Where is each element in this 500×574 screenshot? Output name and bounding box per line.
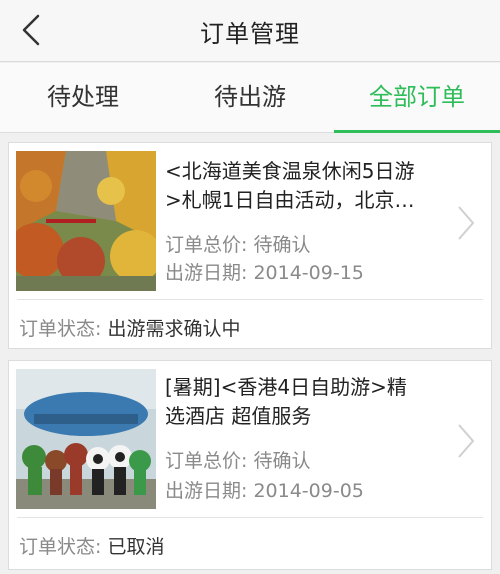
status-value: 已取消 — [107, 536, 165, 558]
tab-all-orders[interactable]: 全部订单 — [334, 63, 500, 133]
order-card[interactable]: <北海道美食温泉休闲5日游 >札幌1日自由活动，北京… 订单总价: 待确认 出游… — [8, 142, 492, 349]
status-label: 订单状态: — [19, 318, 108, 340]
page-title: 订单管理 — [200, 20, 300, 48]
date-label: 出游日期: — [165, 480, 254, 502]
status-label: 订单状态: — [19, 536, 108, 558]
order-price: 订单总价: 待确认 — [165, 230, 310, 257]
divider — [17, 517, 483, 518]
order-status: 订单状态: 已取消 — [19, 532, 164, 559]
order-title-line2: >札幌1日自由活动，北京… — [165, 188, 415, 212]
order-status: 订单状态: 出游需求确认中 — [19, 314, 240, 341]
order-title: [暑期]<香港4日自助游>精 选酒店 超值服务 — [165, 373, 455, 431]
order-title: <北海道美食温泉休闲5日游 >札幌1日自由活动，北京… — [165, 157, 455, 215]
divider — [17, 299, 483, 300]
tab-pending[interactable]: 待处理 — [0, 63, 166, 133]
order-card[interactable]: [暑期]<香港4日自助游>精 选酒店 超值服务 订单总价: 待确认 出游日期: … — [8, 360, 492, 570]
chevron-right-icon — [458, 206, 475, 240]
date-label: 出游日期: — [165, 262, 254, 284]
price-value: 待确认 — [253, 234, 311, 256]
price-value: 待确认 — [253, 450, 311, 472]
active-tab-indicator — [334, 130, 500, 133]
order-title-line1: <北海道美食温泉休闲5日游 — [165, 159, 415, 183]
tab-bar: 待处理 待出游 全部订单 — [0, 63, 500, 133]
nav-bar: 订单管理 — [0, 0, 500, 62]
order-title-line1: [暑期]<香港4日自助游>精 — [165, 375, 407, 399]
order-price: 订单总价: 待确认 — [165, 446, 310, 473]
order-date: 出游日期: 2014-09-05 — [165, 476, 364, 503]
price-label: 订单总价: — [165, 450, 254, 472]
status-value: 出游需求确认中 — [107, 318, 241, 340]
price-label: 订单总价: — [165, 234, 254, 256]
order-thumbnail — [16, 151, 156, 291]
tab-upcoming[interactable]: 待出游 — [167, 63, 333, 133]
date-value: 2014-09-15 — [253, 262, 364, 284]
order-thumbnail — [16, 369, 156, 509]
chevron-right-icon — [458, 424, 475, 458]
date-value: 2014-09-05 — [253, 480, 364, 502]
order-title-line2: 选酒店 超值服务 — [165, 404, 312, 428]
order-date: 出游日期: 2014-09-15 — [165, 258, 364, 285]
